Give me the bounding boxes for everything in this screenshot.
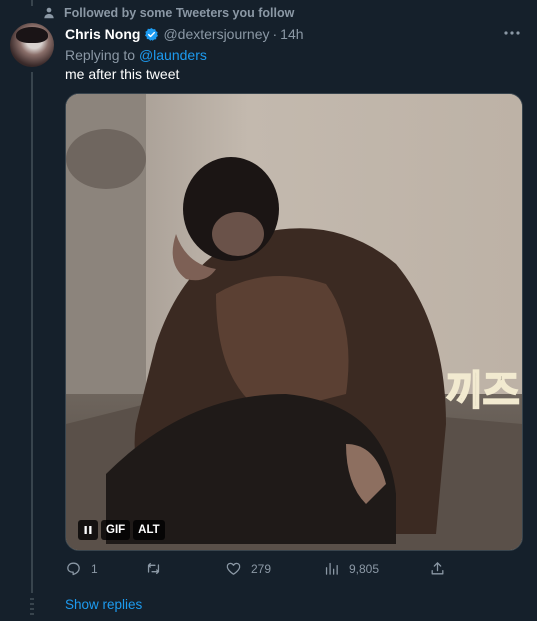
share-icon bbox=[431, 562, 444, 575]
views-chart-icon bbox=[325, 562, 338, 575]
social-context-text: Followed by some Tweeters you follow bbox=[64, 6, 295, 20]
like-button[interactable]: 279 bbox=[225, 560, 271, 577]
gif-frame-image: 끼즈 bbox=[66, 94, 522, 550]
gif-label: GIF bbox=[101, 520, 131, 540]
tweet-media-gif[interactable]: 끼즈 GIF ALT bbox=[65, 93, 523, 551]
retweet-button[interactable] bbox=[145, 560, 171, 577]
author-handle[interactable]: @dextersjourney bbox=[163, 26, 269, 42]
person-icon bbox=[44, 7, 54, 19]
gif-overlay-text: 끼즈 bbox=[446, 368, 520, 414]
thread-line bbox=[31, 72, 33, 593]
avatar[interactable] bbox=[10, 23, 54, 67]
thread-line-top bbox=[31, 0, 33, 6]
share-button[interactable] bbox=[429, 560, 455, 577]
heart-icon bbox=[226, 562, 241, 575]
pause-button[interactable] bbox=[78, 520, 98, 540]
tweet-actions: 1 279 9,805 bbox=[65, 560, 465, 580]
views-count: 9,805 bbox=[349, 561, 380, 576]
more-options-icon[interactable] bbox=[503, 26, 521, 40]
social-context: Followed by some Tweeters you follow bbox=[42, 6, 294, 20]
views-button[interactable]: 9,805 bbox=[323, 560, 379, 577]
pause-icon bbox=[84, 526, 92, 534]
thread-dots bbox=[30, 598, 34, 618]
author-name[interactable]: Chris Nong bbox=[65, 26, 140, 42]
retweet-icon bbox=[147, 562, 160, 575]
reply-mention-link[interactable]: @launders bbox=[139, 47, 207, 63]
tweet-header: Chris Nong @dextersjourney · 14h bbox=[65, 26, 304, 42]
tweet-timestamp[interactable]: 14h bbox=[280, 26, 303, 42]
media-controls: GIF ALT bbox=[78, 520, 165, 540]
like-count: 279 bbox=[251, 561, 272, 576]
replying-to: Replying to @launders bbox=[65, 47, 207, 63]
tweet-text: me after this tweet bbox=[65, 66, 180, 82]
time-separator: · bbox=[272, 26, 278, 42]
show-replies-link[interactable]: Show replies bbox=[65, 597, 142, 612]
replying-to-prefix: Replying to bbox=[65, 47, 139, 63]
reply-icon bbox=[67, 562, 80, 576]
reply-count: 1 bbox=[91, 561, 98, 576]
verified-badge-icon bbox=[145, 27, 159, 41]
reply-button[interactable]: 1 bbox=[65, 560, 98, 577]
alt-text-button[interactable]: ALT bbox=[133, 520, 165, 540]
